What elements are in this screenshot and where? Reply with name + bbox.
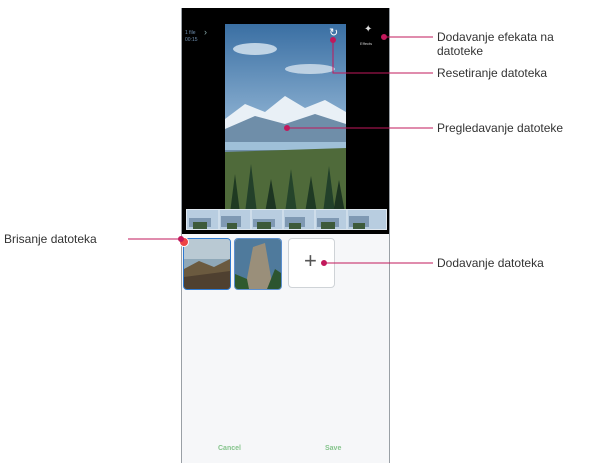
callout-add-effects: Dodavanje efekata na datoteke bbox=[437, 30, 554, 58]
callout-add-effects-line1: Dodavanje efekata na bbox=[437, 30, 554, 44]
callout-reset: Resetiranje datoteka bbox=[437, 66, 548, 80]
callout-preview: Pregledavanje datoteke bbox=[437, 121, 564, 135]
callout-add: Dodavanje datoteka bbox=[437, 256, 544, 270]
callout-add-effects-line2: datoteke bbox=[437, 44, 484, 58]
callout-delete: Brisanje datoteka bbox=[4, 232, 97, 246]
